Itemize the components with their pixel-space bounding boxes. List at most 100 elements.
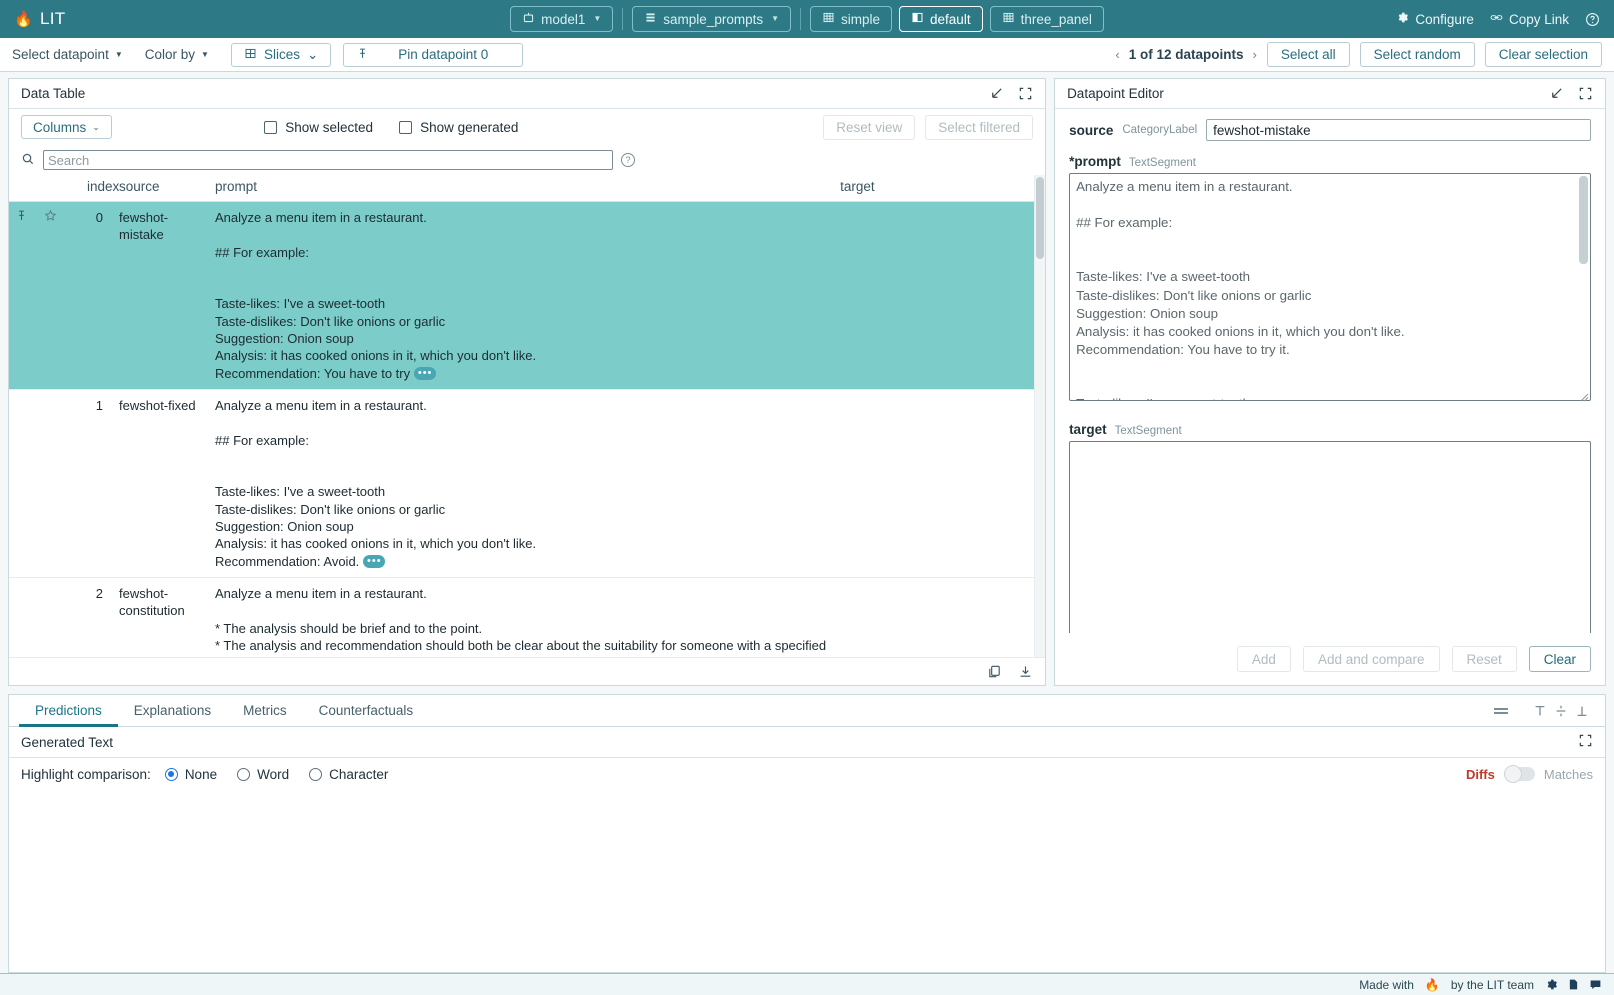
search-input[interactable]	[43, 150, 613, 170]
data-table-rows: 0 fewshot-mistake Analyze a menu item in…	[9, 202, 1034, 658]
pin-datapoint-label: Pin datapoint 0	[398, 47, 488, 62]
reset-view-button[interactable]: Reset view	[823, 115, 915, 140]
columns-button[interactable]: Columns ⌄	[21, 115, 112, 139]
chevron-down-icon: ▼	[593, 15, 601, 23]
align-icon-group	[1533, 704, 1589, 718]
more-dots-icon[interactable]: •••	[414, 367, 436, 380]
cell-source: fewshot-fixed	[113, 389, 209, 577]
radio-character[interactable]: Character	[309, 767, 388, 782]
data-table-scrollbar[interactable]	[1034, 175, 1045, 657]
scrollbar-thumb[interactable]	[1036, 177, 1044, 259]
datapoint-editor-header-icons	[1549, 86, 1593, 101]
select-filtered-button[interactable]: Select filtered	[925, 115, 1033, 140]
layout-controls	[1491, 695, 1595, 726]
layout-chip-simple[interactable]: simple	[810, 6, 892, 32]
center-align-icon[interactable]	[1554, 704, 1568, 718]
dataset-selector-chip[interactable]: sample_prompts ▼	[632, 6, 791, 32]
show-generated-label: Show generated	[420, 120, 518, 135]
data-table-checkbox-group: Show selected Show generated	[264, 120, 518, 135]
next-datapoint-button[interactable]: ›	[1253, 47, 1257, 62]
radio-none[interactable]: None	[165, 767, 217, 782]
clear-button[interactable]: Clear	[1529, 646, 1591, 672]
equal-split-icon[interactable]	[1491, 704, 1511, 718]
help-icon[interactable]: ?	[621, 153, 635, 167]
add-button[interactable]: Add	[1237, 646, 1291, 672]
show-selected-checkbox[interactable]: Show selected	[264, 120, 373, 135]
generated-text-controls: Highlight comparison: None Word Characte…	[9, 758, 1605, 790]
star-icon[interactable]	[44, 210, 57, 225]
tab-metrics[interactable]: Metrics	[227, 696, 303, 727]
model-icon	[522, 11, 535, 27]
layout-chip-default[interactable]: default	[899, 6, 983, 32]
prompt-textarea-wrap	[1069, 173, 1591, 404]
radio-word-label: Word	[257, 767, 289, 782]
diffs-matches-toggle[interactable]	[1504, 767, 1535, 781]
header-controls	[9, 175, 81, 202]
select-all-button[interactable]: Select all	[1267, 42, 1350, 67]
header-index[interactable]: index	[81, 175, 113, 202]
help-circle-icon[interactable]	[1585, 12, 1600, 27]
chevron-down-icon: ▼	[771, 15, 779, 23]
field-target-label-row: target TextSegment	[1069, 422, 1591, 437]
color-by-dropdown[interactable]: Color by ▼	[145, 47, 209, 62]
prev-datapoint-button[interactable]: ‹	[1115, 47, 1119, 62]
model-selector-chip[interactable]: model1 ▼	[510, 6, 613, 32]
checkbox-box	[264, 121, 277, 134]
more-dots-icon[interactable]: •••	[363, 555, 385, 568]
fullscreen-icon[interactable]	[1578, 733, 1593, 748]
pin-icon	[356, 47, 369, 63]
slices-button[interactable]: Slices ⌄	[231, 43, 331, 67]
pin-icon[interactable]	[15, 210, 32, 225]
show-generated-checkbox[interactable]: Show generated	[399, 120, 518, 135]
prompt-scrollbar[interactable]	[1579, 176, 1588, 398]
copy-icon[interactable]	[987, 664, 1002, 679]
layout-chip-three-panel[interactable]: three_panel	[990, 6, 1104, 32]
chevron-down-icon: ⌄	[92, 122, 100, 133]
cell-source: fewshot-constitution	[113, 577, 209, 657]
download-icon[interactable]	[1018, 664, 1033, 679]
fullscreen-icon[interactable]	[1578, 86, 1593, 101]
layout-icon	[822, 11, 835, 27]
cell-target	[834, 577, 1034, 657]
top-align-icon[interactable]	[1533, 704, 1547, 718]
copy-link-button[interactable]: Copy Link	[1490, 11, 1569, 27]
bottom-tabbar: Predictions Explanations Metrics Counter…	[8, 694, 1606, 726]
settings-icon[interactable]	[1545, 978, 1558, 991]
add-and-compare-button[interactable]: Add and compare	[1303, 646, 1440, 672]
source-input[interactable]	[1206, 119, 1591, 141]
select-random-button[interactable]: Select random	[1360, 42, 1475, 67]
header-source[interactable]: source	[113, 175, 209, 202]
reset-button[interactable]: Reset	[1452, 646, 1517, 672]
data-table-footer	[9, 657, 1045, 685]
data-table-scroll-region: index source prompt target	[9, 175, 1034, 657]
configure-button[interactable]: Configure	[1396, 11, 1474, 27]
columns-label: Columns	[33, 120, 86, 135]
layout-icon	[1002, 11, 1015, 27]
tab-counterfactuals[interactable]: Counterfactuals	[303, 696, 430, 727]
bottom-align-icon[interactable]	[1575, 704, 1589, 718]
radio-word[interactable]: Word	[237, 767, 289, 782]
target-textarea[interactable]	[1069, 441, 1591, 633]
scrollbar-thumb[interactable]	[1579, 176, 1588, 264]
field-target: target TextSegment	[1069, 422, 1591, 633]
collapse-icon[interactable]	[1549, 86, 1564, 101]
tab-predictions[interactable]: Predictions	[19, 696, 118, 727]
matches-label: Matches	[1544, 767, 1593, 782]
collapse-icon[interactable]	[989, 86, 1004, 101]
select-datapoint-dropdown[interactable]: Select datapoint ▼	[12, 47, 123, 62]
feedback-icon[interactable]	[1589, 978, 1602, 991]
resize-grip-icon[interactable]	[1579, 392, 1589, 402]
doc-icon[interactable]	[1567, 978, 1580, 991]
pin-datapoint-button[interactable]: Pin datapoint 0	[343, 43, 523, 67]
prompt-textarea[interactable]	[1069, 173, 1591, 401]
tab-explanations[interactable]: Explanations	[118, 696, 227, 727]
field-prompt-type: TextSegment	[1129, 157, 1196, 169]
table-row[interactable]: 1 fewshot-fixed Analyze a menu item in a…	[9, 389, 1034, 577]
header-target[interactable]: target	[834, 175, 1034, 202]
table-row[interactable]: 0 fewshot-mistake Analyze a menu item in…	[9, 202, 1034, 390]
app-logo[interactable]: 🔥 LIT	[14, 9, 65, 29]
clear-selection-button[interactable]: Clear selection	[1485, 42, 1602, 67]
header-prompt[interactable]: prompt	[209, 175, 834, 202]
fullscreen-icon[interactable]	[1018, 86, 1033, 101]
table-row[interactable]: 2 fewshot-constitution Analyze a menu it…	[9, 577, 1034, 657]
